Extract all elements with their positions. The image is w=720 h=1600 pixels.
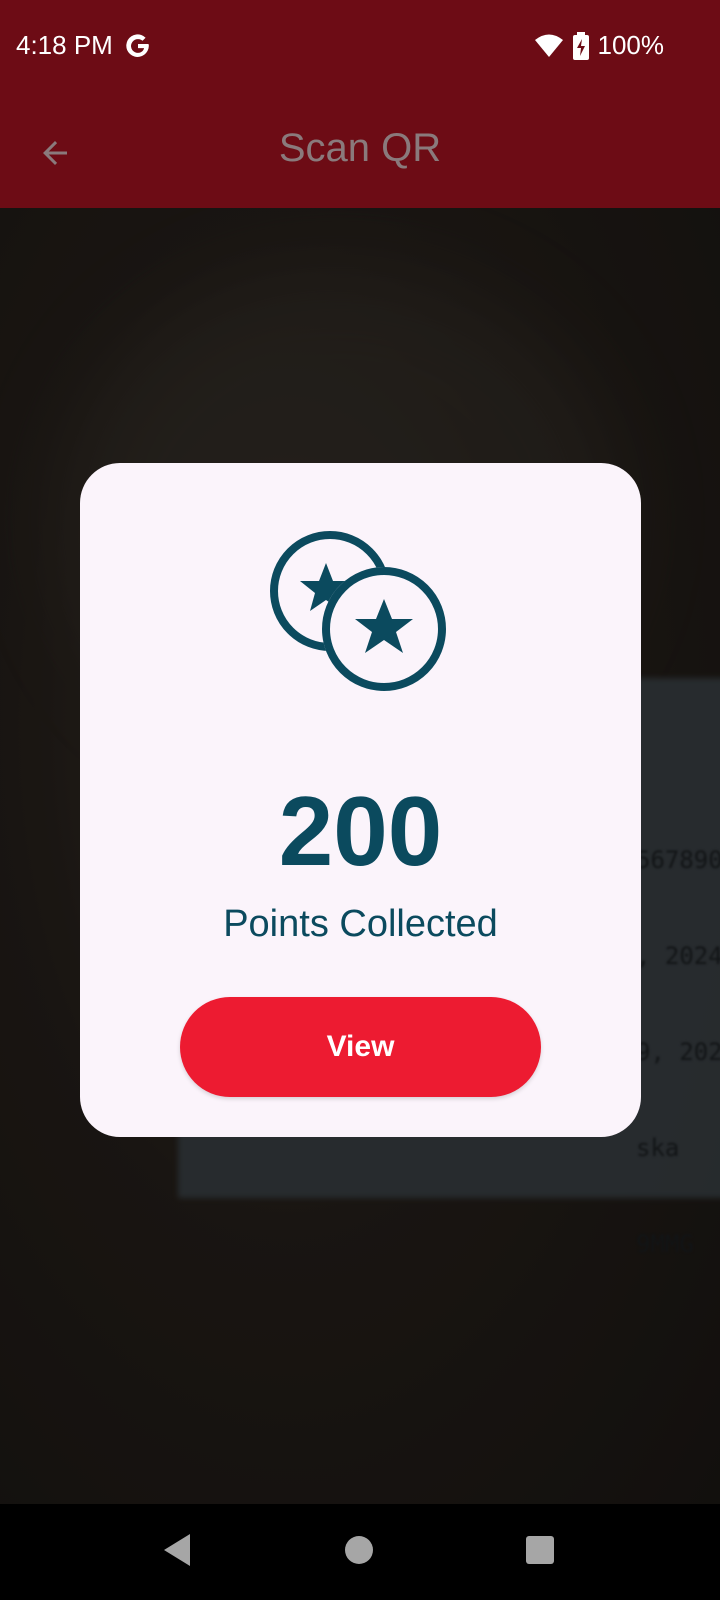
- star-coins-icon: [270, 531, 446, 691]
- status-bar: 4:18 PM 4 100%: [0, 0, 720, 96]
- points-value: 200: [278, 776, 443, 886]
- google-g-icon: [126, 33, 149, 57]
- status-time: 4:18 PM: [16, 30, 113, 60]
- points-label: Points Collected: [223, 903, 498, 945]
- svg-text:4: 4: [554, 47, 562, 59]
- system-nav-bar: [0, 1504, 720, 1600]
- triangle-back-icon[interactable]: [162, 1532, 192, 1568]
- wifi-icon: 4: [534, 34, 563, 59]
- page-title: Scan QR: [278, 126, 442, 170]
- battery-percent: 100%: [597, 30, 665, 60]
- app-bar: Scan QR: [0, 96, 720, 208]
- circle-home-icon[interactable]: [344, 1532, 374, 1568]
- view-button[interactable]: View: [180, 997, 541, 1097]
- battery-charging-icon: [572, 31, 589, 60]
- points-dialog: 200 Points Collected View: [80, 463, 641, 1137]
- square-recents-icon[interactable]: [524, 1532, 556, 1568]
